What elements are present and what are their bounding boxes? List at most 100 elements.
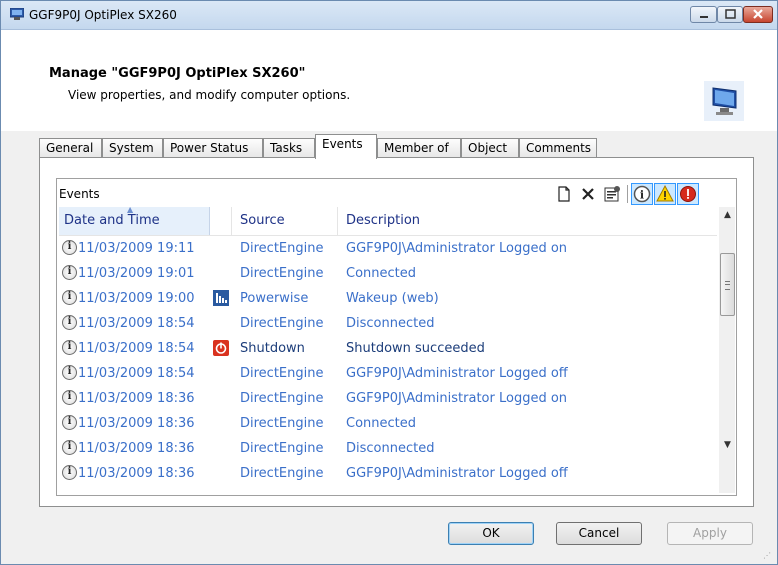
info-icon: i [62, 240, 77, 255]
scroll-down-icon: ▼ [724, 440, 731, 450]
table-row[interactable]: i 11/03/2009 19:11 DirectEngine GGF9P0J\… [59, 236, 717, 261]
scroll-down-button[interactable]: ▼ [719, 437, 735, 454]
new-document-icon[interactable] [553, 183, 575, 205]
grip-icon [725, 281, 730, 290]
info-icon: i [62, 440, 77, 455]
scroll-up-icon: ▲ [724, 210, 731, 220]
window-title: GGF9P0J OptiPlex SX260 [29, 8, 177, 22]
event-source: Powerwise [240, 291, 309, 306]
event-description: Connected [346, 416, 417, 431]
event-source: DirectEngine [240, 316, 324, 331]
close-button[interactable] [743, 6, 773, 23]
svg-text:i: i [640, 189, 644, 202]
powerwise-icon [213, 290, 229, 306]
column-label: Description [346, 213, 421, 228]
computer-icon [10, 8, 24, 20]
apply-button[interactable]: Apply [667, 522, 753, 545]
info-icon: i [62, 315, 77, 330]
info-icon: i [62, 365, 77, 380]
tab-tasks[interactable]: Tasks [263, 138, 315, 158]
scroll-up-button[interactable]: ▲ [719, 207, 735, 224]
event-description: Wakeup (web) [346, 291, 439, 306]
event-description: Connected [346, 266, 417, 281]
table-row[interactable]: i 11/03/2009 18:36 DirectEngine GGF9P0J\… [59, 461, 717, 486]
table-row[interactable]: i 11/03/2009 19:00 Powerwise Wakeup (web… [59, 286, 717, 311]
event-datetime: 11/03/2009 18:54 [78, 366, 195, 381]
tab-member-of[interactable]: Member of [377, 138, 461, 158]
event-datetime: 11/03/2009 18:36 [78, 391, 195, 406]
title-bar[interactable]: GGF9P0J OptiPlex SX260 [1, 1, 777, 30]
dialog-window: GGF9P0J OptiPlex SX260 Manage "GGF9P0J O… [0, 0, 778, 565]
vertical-scrollbar[interactable]: ▲ ▼ [719, 207, 735, 493]
column-header-description[interactable]: Description [346, 207, 646, 235]
events-group-label: Events [59, 187, 100, 201]
info-icon: i [62, 340, 77, 355]
events-group: Events i ▲ Date and Time Source Descript… [56, 178, 737, 496]
event-datetime: 11/03/2009 18:54 [78, 316, 195, 331]
info-icon: i [62, 390, 77, 405]
event-description: GGF9P0J\Administrator Logged on [346, 241, 568, 256]
info-icon: i [62, 265, 77, 280]
tab-object[interactable]: Object [461, 138, 519, 158]
event-source: Shutdown [240, 341, 305, 356]
tab-general[interactable]: General [39, 138, 102, 158]
table-row[interactable]: i 11/03/2009 18:54 DirectEngine Disconne… [59, 311, 717, 336]
event-description: Shutdown succeeded [346, 341, 485, 356]
error-filter-icon[interactable] [677, 183, 699, 205]
column-separator[interactable] [337, 207, 338, 235]
table-row[interactable]: i 11/03/2009 18:54 DirectEngine GGF9P0J\… [59, 361, 717, 386]
event-datetime: 11/03/2009 19:11 [78, 241, 195, 256]
minimize-button[interactable] [690, 6, 717, 23]
resize-grip-icon[interactable]: ⋰ [763, 551, 775, 563]
column-separator[interactable] [231, 207, 232, 235]
table-row[interactable]: i 11/03/2009 18:54 Shutdown Shutdown suc… [59, 336, 717, 361]
table-row[interactable]: i 11/03/2009 18:36 DirectEngine Disconne… [59, 436, 717, 461]
tab-label: Power Status [170, 141, 249, 155]
event-datetime: 11/03/2009 18:54 [78, 341, 195, 356]
close-icon [753, 9, 763, 19]
info-icon: i [62, 415, 77, 430]
event-description: Disconnected [346, 316, 435, 331]
maximize-button[interactable] [717, 6, 743, 23]
column-header-date-time[interactable]: ▲ Date and Time [59, 207, 210, 235]
tab-events[interactable]: Events [315, 134, 377, 159]
properties-icon[interactable] [601, 183, 623, 205]
shutdown-icon [213, 340, 229, 356]
event-description: GGF9P0J\Administrator Logged off [346, 366, 568, 381]
event-source: DirectEngine [240, 441, 324, 456]
event-datetime: 11/03/2009 19:00 [78, 291, 195, 306]
tab-label: Tasks [270, 141, 303, 155]
toolbar-separator [627, 185, 628, 203]
maximize-icon [725, 9, 736, 19]
event-description: GGF9P0J\Administrator Logged on [346, 391, 568, 406]
cancel-button[interactable]: Cancel [556, 522, 642, 545]
info-filter-icon[interactable]: i [631, 183, 653, 205]
tab-label: System [109, 141, 154, 155]
column-label: Source [240, 213, 285, 228]
warning-filter-icon[interactable] [654, 183, 676, 205]
tab-system[interactable]: System [102, 138, 163, 158]
ok-button[interactable]: OK [448, 522, 534, 545]
event-source: DirectEngine [240, 266, 324, 281]
event-description: GGF9P0J\Administrator Logged off [346, 466, 568, 481]
tab-label: Comments [526, 141, 592, 155]
events-list[interactable]: ▲ Date and Time Source Description i 11/… [59, 207, 735, 493]
event-source: DirectEngine [240, 241, 324, 256]
table-row[interactable]: i 11/03/2009 19:01 DirectEngine Connecte… [59, 261, 717, 286]
scroll-thumb[interactable] [720, 253, 735, 316]
delete-icon[interactable] [577, 183, 599, 205]
events-tab-panel: Events i ▲ Date and Time Source Descript… [39, 157, 754, 507]
event-source: DirectEngine [240, 391, 324, 406]
event-source: DirectEngine [240, 366, 324, 381]
column-header-source[interactable]: Source [240, 207, 340, 235]
table-row[interactable]: i 11/03/2009 18:36 DirectEngine Connecte… [59, 411, 717, 436]
event-source: DirectEngine [240, 466, 324, 481]
tab-power-status[interactable]: Power Status [163, 138, 263, 158]
computer-monitor-icon [704, 81, 744, 121]
page-subtitle: View properties, and modify computer opt… [68, 88, 351, 102]
tab-label: General [46, 141, 94, 155]
event-datetime: 11/03/2009 18:36 [78, 466, 195, 481]
tab-comments[interactable]: Comments [519, 138, 597, 158]
table-row[interactable]: i 11/03/2009 18:36 DirectEngine GGF9P0J\… [59, 386, 717, 411]
column-label: Date and Time [64, 213, 160, 228]
